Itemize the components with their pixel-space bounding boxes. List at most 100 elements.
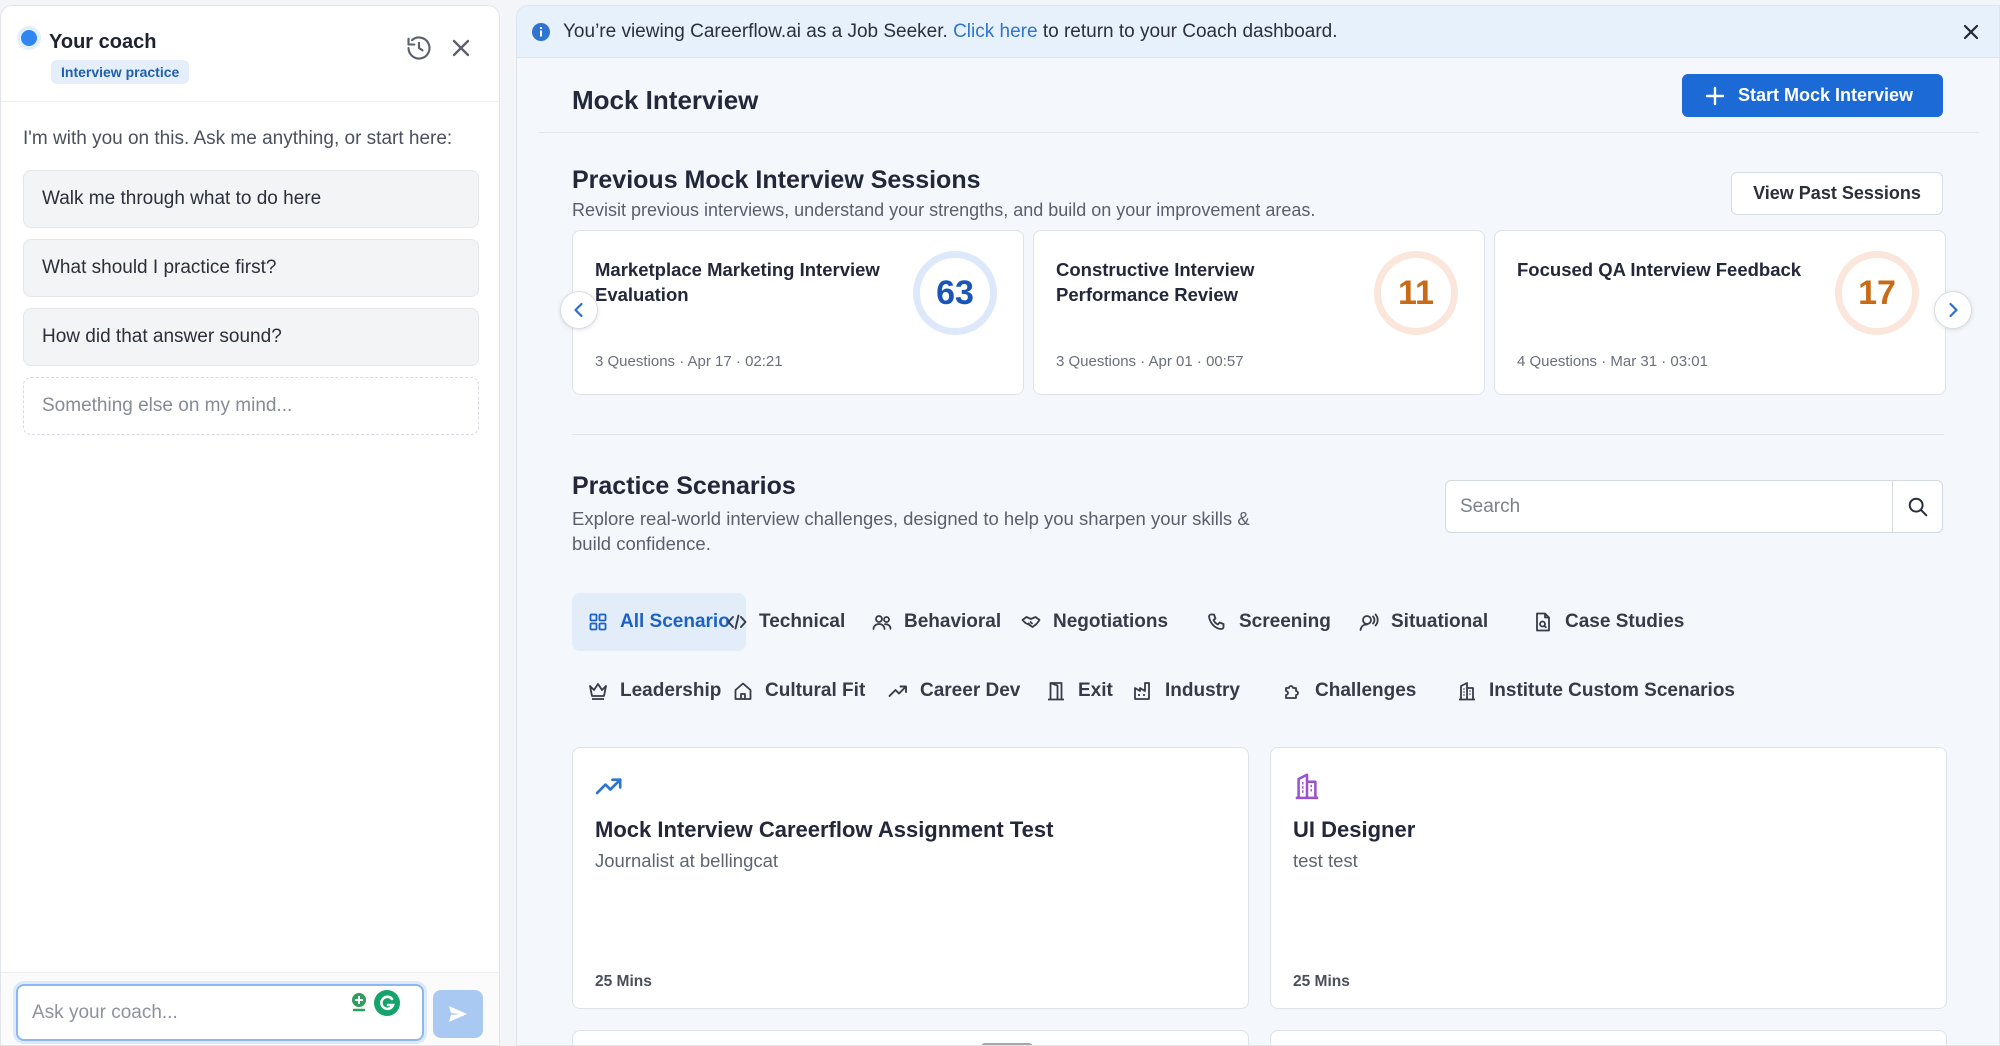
history-icon[interactable] — [405, 34, 433, 62]
factory-icon — [1134, 682, 1150, 700]
grammarly-icon[interactable] — [372, 988, 402, 1018]
people-icon — [872, 615, 892, 630]
tab-label: Industry — [1165, 680, 1240, 701]
view-past-sessions-button[interactable]: View Past Sessions — [1731, 172, 1943, 215]
session-title: Constructive Interview Performance Revie… — [1056, 259, 1255, 305]
tab-label: Case Studies — [1565, 611, 1685, 632]
scenario-duration: 25 Mins — [595, 973, 652, 990]
coach-input-wrapper — [16, 984, 424, 1041]
search-icon — [1908, 497, 1928, 516]
practice-scenarios-subtitle: Explore real-world interview challenges,… — [572, 508, 1250, 554]
search-input[interactable] — [1460, 481, 1880, 532]
coach-header: Your coach Interview practice — [1, 6, 499, 102]
door-icon — [1048, 682, 1064, 701]
tab-label: Career Dev — [920, 680, 1021, 701]
tab-label: Screening — [1239, 611, 1331, 632]
carousel-next-button[interactable] — [1934, 291, 1972, 329]
session-card[interactable]: Marketplace Marketing Interview Evaluati… — [572, 230, 1024, 395]
tab-screening[interactable]: Screening — [1191, 593, 1347, 651]
banner-text: You’re viewing Careerflow.ai as a Job Se… — [563, 21, 1338, 43]
session-meta: 3 Questions · Apr 17 · 02:21 — [595, 353, 783, 370]
tab-leadership[interactable]: Leadership — [572, 662, 737, 720]
session-meta: 3 Questions · Apr 01 · 00:57 — [1056, 353, 1244, 370]
coach-intro-text: I'm with you on this. Ask me anything, o… — [23, 128, 453, 149]
scenario-card[interactable] — [572, 1030, 1249, 1045]
tab-label: Negotiations — [1053, 611, 1169, 632]
tab-case-studies[interactable]: Case Studies — [1517, 593, 1700, 651]
crown-icon — [589, 683, 607, 700]
tab-negotiations[interactable]: Negotiations — [1005, 593, 1184, 651]
chevron-left-icon — [574, 302, 583, 318]
send-icon — [449, 1006, 467, 1022]
suggestion-answer-feedback[interactable]: How did that answer sound? — [23, 308, 479, 366]
divider — [572, 434, 1944, 435]
info-icon — [531, 22, 551, 42]
code-icon — [727, 614, 747, 630]
tab-label: Exit — [1078, 680, 1113, 701]
tab-exit[interactable]: Exit — [1030, 662, 1129, 720]
extension-icon[interactable] — [346, 990, 372, 1016]
close-icon[interactable] — [1961, 22, 1981, 42]
start-mock-interview-button[interactable]: Start Mock Interview — [1682, 74, 1943, 117]
scenario-title: UI Designer — [1293, 817, 1416, 842]
send-button[interactable] — [433, 990, 483, 1038]
scenario-card[interactable]: UI Designer test test 25 Mins — [1270, 747, 1947, 1009]
home-icon — [734, 682, 752, 700]
banner-suffix: to return to your Coach dashboard. — [1042, 21, 1338, 42]
session-card[interactable]: Focused QA Interview Feedback 17 4 Quest… — [1494, 230, 1946, 395]
tab-situational[interactable]: Situational — [1343, 593, 1504, 651]
coach-status-dot — [21, 30, 37, 46]
tab-label: Challenges — [1315, 680, 1417, 701]
close-icon[interactable] — [447, 34, 475, 62]
tab-cultural-fit[interactable]: Cultural Fit — [717, 662, 881, 720]
coach-dashboard-link[interactable]: Click here — [953, 21, 1037, 42]
trending-up-icon — [595, 772, 623, 800]
phone-icon — [1208, 613, 1225, 630]
tab-career-dev[interactable]: Career Dev — [872, 662, 1036, 720]
session-title: Marketplace Marketing Interview Evaluati… — [595, 259, 880, 305]
scenario-subtitle: test test — [1293, 850, 1358, 871]
divider — [539, 132, 1979, 133]
tab-label: Technical — [759, 611, 846, 632]
tab-industry[interactable]: Industry — [1117, 662, 1256, 720]
handshake-icon — [1021, 616, 1041, 628]
previous-sessions-title: Previous Mock Interview Sessions — [572, 166, 981, 194]
suggestion-something-else[interactable]: Something else on my mind... — [23, 377, 479, 435]
coach-mode-badge: Interview practice — [51, 60, 190, 84]
plus-icon — [1705, 86, 1725, 105]
building-icon — [1459, 682, 1475, 701]
tab-label: Leadership — [620, 680, 722, 701]
scenario-subtitle: Journalist at bellingcat — [595, 850, 779, 871]
main-content: You’re viewing Careerflow.ai as a Job Se… — [516, 5, 2000, 1046]
session-score: 11 — [1374, 251, 1458, 335]
start-mock-interview-label: Start Mock Interview — [1738, 85, 1914, 105]
scenario-title: Mock Interview Careerflow Assignment Tes… — [595, 817, 1054, 842]
scenario-duration: 25 Mins — [1293, 973, 1350, 990]
carousel-prev-button[interactable] — [560, 291, 598, 329]
coach-input[interactable] — [32, 986, 342, 1039]
tab-label: Behavioral — [904, 611, 1002, 632]
tab-technical[interactable]: Technical — [711, 593, 861, 651]
scenario-card[interactable] — [1270, 1030, 1947, 1045]
suggestion-walkthrough[interactable]: Walk me through what to do here — [23, 170, 479, 228]
puzzle-icon — [1285, 685, 1299, 699]
practice-scenarios-title: Practice Scenarios — [572, 472, 796, 500]
session-card[interactable]: Constructive Interview Performance Revie… — [1033, 230, 1485, 395]
tab-institute-custom-scenarios[interactable]: Institute Custom Scenarios — [1441, 662, 1751, 720]
session-score: 17 — [1835, 251, 1919, 335]
search-button[interactable] — [1892, 481, 1943, 532]
user-chat-icon — [1359, 613, 1379, 631]
document-icon — [1536, 612, 1550, 632]
suggestion-practice-first[interactable]: What should I practice first? — [23, 239, 479, 297]
info-banner: You’re viewing Careerflow.ai as a Job Se… — [517, 6, 1999, 58]
scenario-card[interactable]: Mock Interview Careerflow Assignment Tes… — [572, 747, 1249, 1009]
coach-panel: Your coach Interview practice I'm with y… — [0, 5, 500, 1046]
coach-title: Your coach — [49, 31, 157, 53]
chevron-right-icon — [1949, 302, 1958, 318]
tab-behavioral[interactable]: Behavioral — [856, 593, 1017, 651]
tab-label: Cultural Fit — [765, 680, 866, 701]
trending-up-icon — [888, 685, 907, 697]
tab-challenges[interactable]: Challenges — [1267, 662, 1432, 720]
scenario-search — [1445, 480, 1943, 533]
building-icon — [1293, 772, 1321, 800]
